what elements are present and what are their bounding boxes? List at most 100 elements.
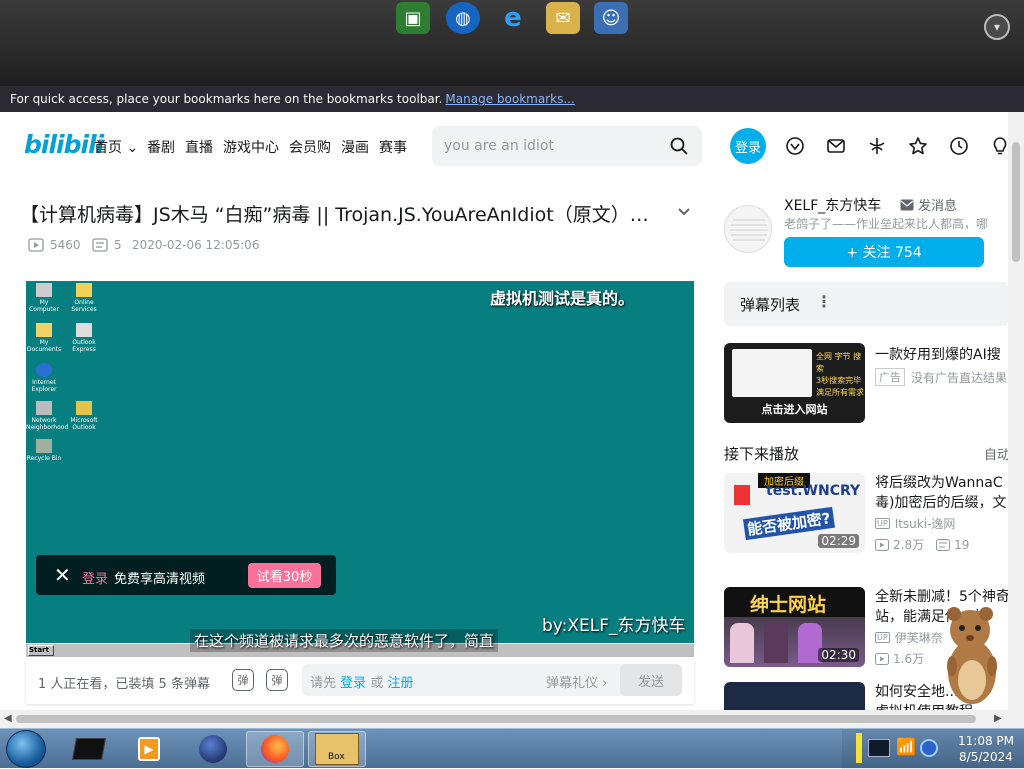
video-player[interactable]: My Computer Online Services My Documents… — [26, 281, 694, 657]
nav-home[interactable]: 首页 ⌄ — [94, 137, 138, 157]
system-tray: 📶 11:08 PM 8/5/2024 — [842, 729, 1024, 769]
rec-thumbnail[interactable]: 加密后缀 test.WNCRY 能否被加密? 02:29 — [724, 473, 865, 553]
avatar[interactable] — [724, 205, 772, 253]
danmaku-input[interactable]: 请先 登录 或 注册 弹幕礼仪 › 发送 — [302, 664, 682, 696]
message-icon[interactable] — [826, 136, 846, 156]
globe-app-icon[interactable] — [184, 731, 242, 767]
prompt-login-link[interactable]: 登录 — [82, 568, 108, 587]
rec-views: 1.6万 — [893, 652, 925, 666]
app-shortcut-icon[interactable]: ▣ — [396, 2, 430, 34]
anime-figure — [764, 621, 788, 663]
up-next-label: 接下来播放 — [724, 445, 800, 463]
ad-thumb-line: 全网 字节 搜索 — [816, 352, 862, 373]
play-icon — [875, 652, 889, 665]
browser-toolbar: ▣ ◍ e ✉ ☺ ▾ — [0, 0, 1024, 86]
clock-time: 11:08 PM — [958, 734, 1014, 748]
follow-button[interactable]: + 关注 754 — [784, 237, 984, 267]
star-icon[interactable] — [908, 136, 928, 156]
close-icon[interactable]: ✕ — [54, 565, 71, 585]
site-header: bilibili 首页 ⌄ 番剧 直播 游戏中心 会员购 漫画 赛事 登录 — [0, 112, 1008, 178]
manage-bookmarks-link[interactable]: Manage bookmarks... — [445, 92, 574, 106]
desktop-icon-recycle-bin: Recycle Bin — [26, 439, 62, 462]
firefox-icon[interactable] — [246, 731, 304, 767]
desktop-icon-label: Recycle Bin — [26, 455, 62, 462]
desktop-icon-network: Network Neighborhood — [26, 401, 68, 431]
display-icon[interactable] — [868, 739, 890, 757]
nav-manga[interactable]: 漫画 — [341, 137, 369, 157]
desktop-icon-label: Network Neighborhood — [26, 417, 69, 431]
nav-vip-shop[interactable]: 会员购 — [289, 137, 331, 157]
scrollbar-thumb[interactable] — [1012, 142, 1020, 262]
uploader-name[interactable]: XELF_东方快车 — [784, 195, 881, 215]
chevron-down-icon[interactable] — [676, 204, 692, 220]
danmaku-toggle-icon[interactable]: 弹 — [232, 669, 254, 691]
vertical-scrollbar[interactable] — [1008, 112, 1024, 728]
media-player-glyph: ▶ — [138, 737, 160, 761]
ie-icon[interactable]: e — [496, 2, 530, 34]
scroll-left-icon[interactable]: ◀ — [4, 713, 12, 724]
rec-uploader[interactable]: UP Itsuki-逸网 — [875, 515, 955, 532]
rec-thumbnail[interactable] — [724, 682, 865, 710]
nav-anime[interactable]: 番剧 — [147, 137, 175, 157]
messenger-icon[interactable]: ☺ — [594, 2, 628, 34]
send-button[interactable]: 发送 — [620, 664, 682, 696]
media-center-icon[interactable] — [60, 731, 118, 767]
desktop-icon-label: Online Services — [71, 299, 97, 313]
more-options-icon[interactable]: ⋮ — [816, 292, 832, 311]
rec-title-line: 毒)加密后的后缀，文 — [875, 495, 1007, 511]
globe-download-icon[interactable]: ◍ — [446, 2, 480, 34]
uploader-description: 老鸽子了——作业垒起来比人都高，哪 — [784, 217, 989, 231]
ad-title[interactable]: 一款好用到爆的AI搜 — [875, 344, 1001, 364]
play-icon — [875, 538, 889, 551]
nav-esports[interactable]: 赛事 — [379, 137, 407, 157]
dynamic-icon[interactable] — [867, 136, 887, 156]
history-icon[interactable] — [949, 136, 969, 156]
desktop-icon-online-services: Online Services — [66, 283, 102, 313]
danmaku-etiquette-link[interactable]: 弹幕礼仪 › — [546, 672, 607, 691]
autoplay-toggle[interactable]: 自动 — [984, 444, 1010, 463]
avatar-image-icon — [730, 219, 768, 241]
search-icon[interactable] — [670, 137, 688, 155]
account-icon[interactable]: ▾ — [984, 14, 1010, 40]
mail-icon[interactable]: ✉ — [546, 2, 580, 34]
rec-title[interactable]: 将后缀改为WannaC 毒)加密后的后缀，文 — [875, 473, 1008, 513]
start-button[interactable] — [6, 730, 46, 768]
scroll-right-icon[interactable]: ▶ — [994, 713, 1002, 724]
rec-uploader[interactable]: UP 伊芙琳奈 — [875, 629, 943, 646]
rec-danmaku: 19 — [954, 537, 970, 552]
rec-uploader-name: Itsuki-逸网 — [894, 517, 956, 531]
volume-icon[interactable] — [920, 739, 938, 757]
rec-thumb-text: 绅士网站 — [750, 594, 827, 616]
network-icon[interactable]: 📶 — [896, 737, 916, 759]
horizontal-scrollbar[interactable]: ◀ ▶ — [0, 710, 1008, 728]
login-button[interactable]: 登录 — [730, 128, 766, 164]
try-30s-button[interactable]: 试看30秒 — [248, 563, 321, 588]
ad-thumbnail[interactable]: 全网 字节 搜索 3秒搜索完毕 满足所有需求 点击进入网站 — [724, 343, 865, 423]
play-count: 5460 — [28, 238, 81, 252]
danmaku-count: 5 — [92, 238, 122, 252]
up-badge-icon: UP — [875, 632, 890, 643]
vip-icon[interactable] — [785, 136, 805, 156]
viewer-count: 1 人正在看，已装填 5 条弹幕 — [38, 677, 210, 692]
windows-taskbar: ▶ Box 📶 11:08 PM 8/5/2024 — [0, 728, 1024, 769]
rec-stats: 2.8万 19 — [875, 536, 969, 553]
hint-register-link[interactable]: 注册 — [387, 676, 413, 691]
hint-login-link[interactable]: 登录 — [340, 676, 366, 691]
show-hidden-icon[interactable] — [856, 733, 862, 763]
media-player-icon[interactable]: ▶ — [120, 731, 178, 767]
ad-thumb-lines: 全网 字节 搜索 3秒搜索完毕 满足所有需求 — [816, 351, 865, 399]
nav-live[interactable]: 直播 — [185, 137, 213, 157]
bonzi-box-icon[interactable]: Box — [308, 731, 366, 767]
danmaku-settings-icon[interactable]: 弹 — [266, 669, 288, 691]
scrollbar-thumb[interactable] — [16, 715, 976, 723]
search-input[interactable] — [444, 136, 654, 156]
clock[interactable]: 11:08 PM 8/5/2024 — [948, 733, 1024, 765]
bilibili-logo[interactable]: bilibili — [24, 130, 104, 159]
lightbulb-icon[interactable] — [990, 136, 1010, 156]
hamster-pet-icon[interactable] — [940, 600, 1006, 708]
danmaku-list-panel[interactable]: 弹幕列表 ⋮ — [724, 282, 1008, 326]
send-message-button[interactable]: 发消息 — [900, 195, 957, 214]
video-subtitle: 在这个频道被请求最多次的恶意软件了，简直 — [190, 629, 499, 652]
nav-game-center[interactable]: 游戏中心 — [223, 137, 279, 157]
rec-thumbnail[interactable]: 绅士网站 02:30 — [724, 587, 865, 667]
